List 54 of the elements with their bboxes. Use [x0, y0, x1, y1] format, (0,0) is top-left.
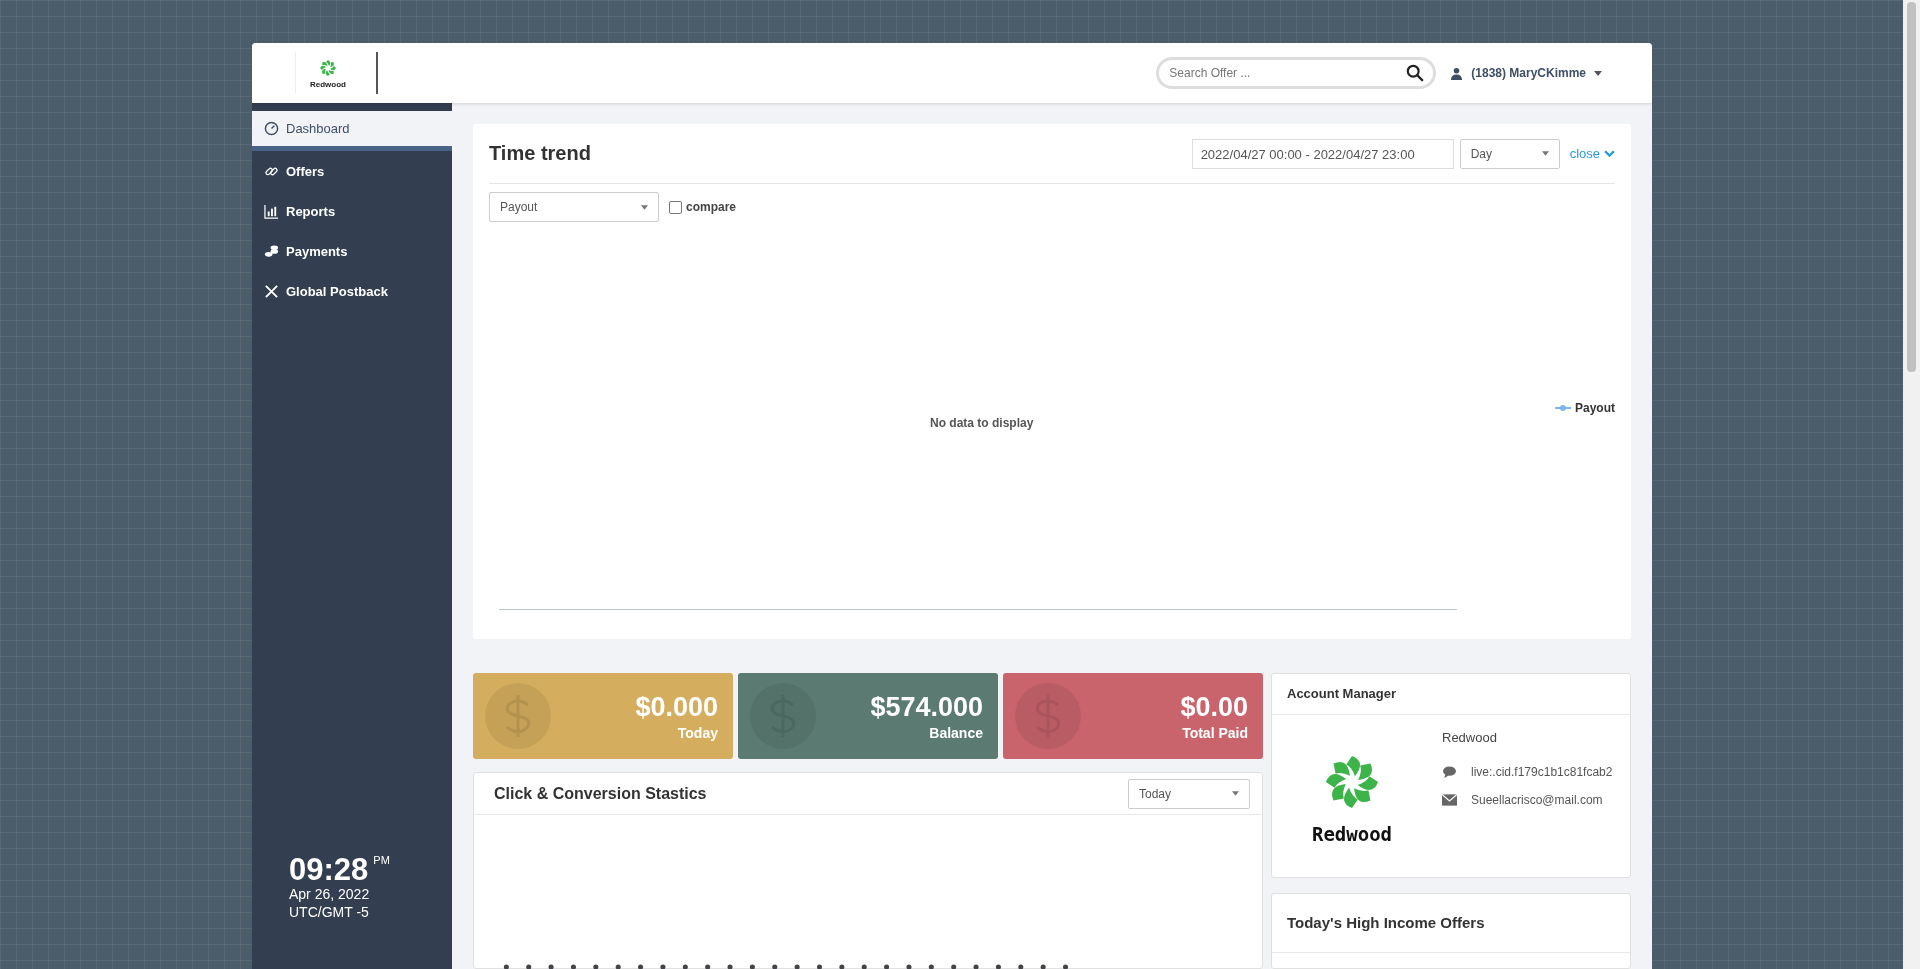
clock-time: 09:28	[289, 854, 369, 886]
date-range-field[interactable]: 2022/04/27 00:00 - 2022/04/27 23:00	[1191, 138, 1454, 169]
gauge-icon	[264, 121, 279, 136]
clock-timezone: UTC/GMT -5	[289, 904, 370, 921]
clock-ampm: PM	[373, 854, 390, 867]
chat-id: live:.cid.f179c1b1c81fcab2	[1471, 765, 1613, 779]
logo[interactable]: Redwood	[295, 52, 378, 94]
stat-value: $574.000	[870, 691, 983, 723]
search-field[interactable]: Search Offer ...	[1156, 57, 1437, 89]
caret-icon	[1232, 791, 1239, 796]
compare-label: compare	[686, 200, 737, 214]
email-address: Sueellacrisco@mail.com	[1471, 793, 1603, 807]
user-menu[interactable]: (1838) MaryCKimme	[1450, 66, 1602, 80]
period-select[interactable]: Today	[1128, 778, 1250, 809]
sidebar-item[interactable]: Offers	[252, 151, 452, 191]
stat-value: $0.000	[635, 691, 718, 723]
mail-icon	[1442, 794, 1457, 806]
bar-chart-icon	[264, 203, 279, 219]
card-title: Time trend	[489, 142, 591, 165]
logo-text: Redwood	[310, 79, 346, 89]
sidebar-item[interactable]: Dashboard	[252, 111, 452, 151]
chart-legend: Payout	[1555, 401, 1615, 415]
sidebar-item[interactable]: Payments	[252, 231, 452, 271]
user-icon	[1450, 66, 1464, 80]
clock-date: Apr 26, 2022	[289, 886, 371, 904]
empty-message: No data to display	[930, 416, 1034, 430]
tools-icon	[264, 283, 279, 299]
stat-value: $0.00	[1180, 691, 1248, 723]
card-title: Today's High Income Offers	[1272, 894, 1630, 953]
sidebar-item[interactable]: Global Postback	[252, 271, 452, 311]
sidebar-item[interactable]: Reports	[252, 191, 452, 231]
search-icon[interactable]	[1406, 64, 1425, 82]
caret-icon	[641, 204, 648, 210]
caret-icon	[1541, 151, 1549, 156]
dollar-icon	[483, 681, 553, 751]
card-title: Account Manager	[1272, 674, 1630, 715]
chat-icon	[1442, 766, 1457, 778]
stat-label: Total Paid	[1182, 724, 1248, 741]
logo-text: Redwood	[1311, 823, 1393, 845]
card-title: Click & Conversion Stastics	[494, 784, 707, 803]
stat-label: Balance	[929, 724, 983, 741]
legend-line-icon	[1555, 404, 1571, 412]
stat-label: Today	[677, 724, 718, 741]
logo-icon	[318, 57, 338, 78]
scrollbar[interactable]	[1903, 0, 1920, 969]
chevron-down-icon	[1604, 149, 1615, 158]
compare-checkbox[interactable]	[669, 200, 682, 214]
metric-select[interactable]: Payout	[489, 192, 659, 222]
scrollbar-thumb[interactable]	[1907, 2, 1916, 372]
dollar-icon	[1013, 681, 1083, 751]
logo-icon	[1323, 753, 1381, 811]
caret-icon	[1594, 70, 1602, 76]
interval-select[interactable]: Day	[1459, 138, 1560, 169]
manager-name: Redwood	[1442, 730, 1498, 745]
